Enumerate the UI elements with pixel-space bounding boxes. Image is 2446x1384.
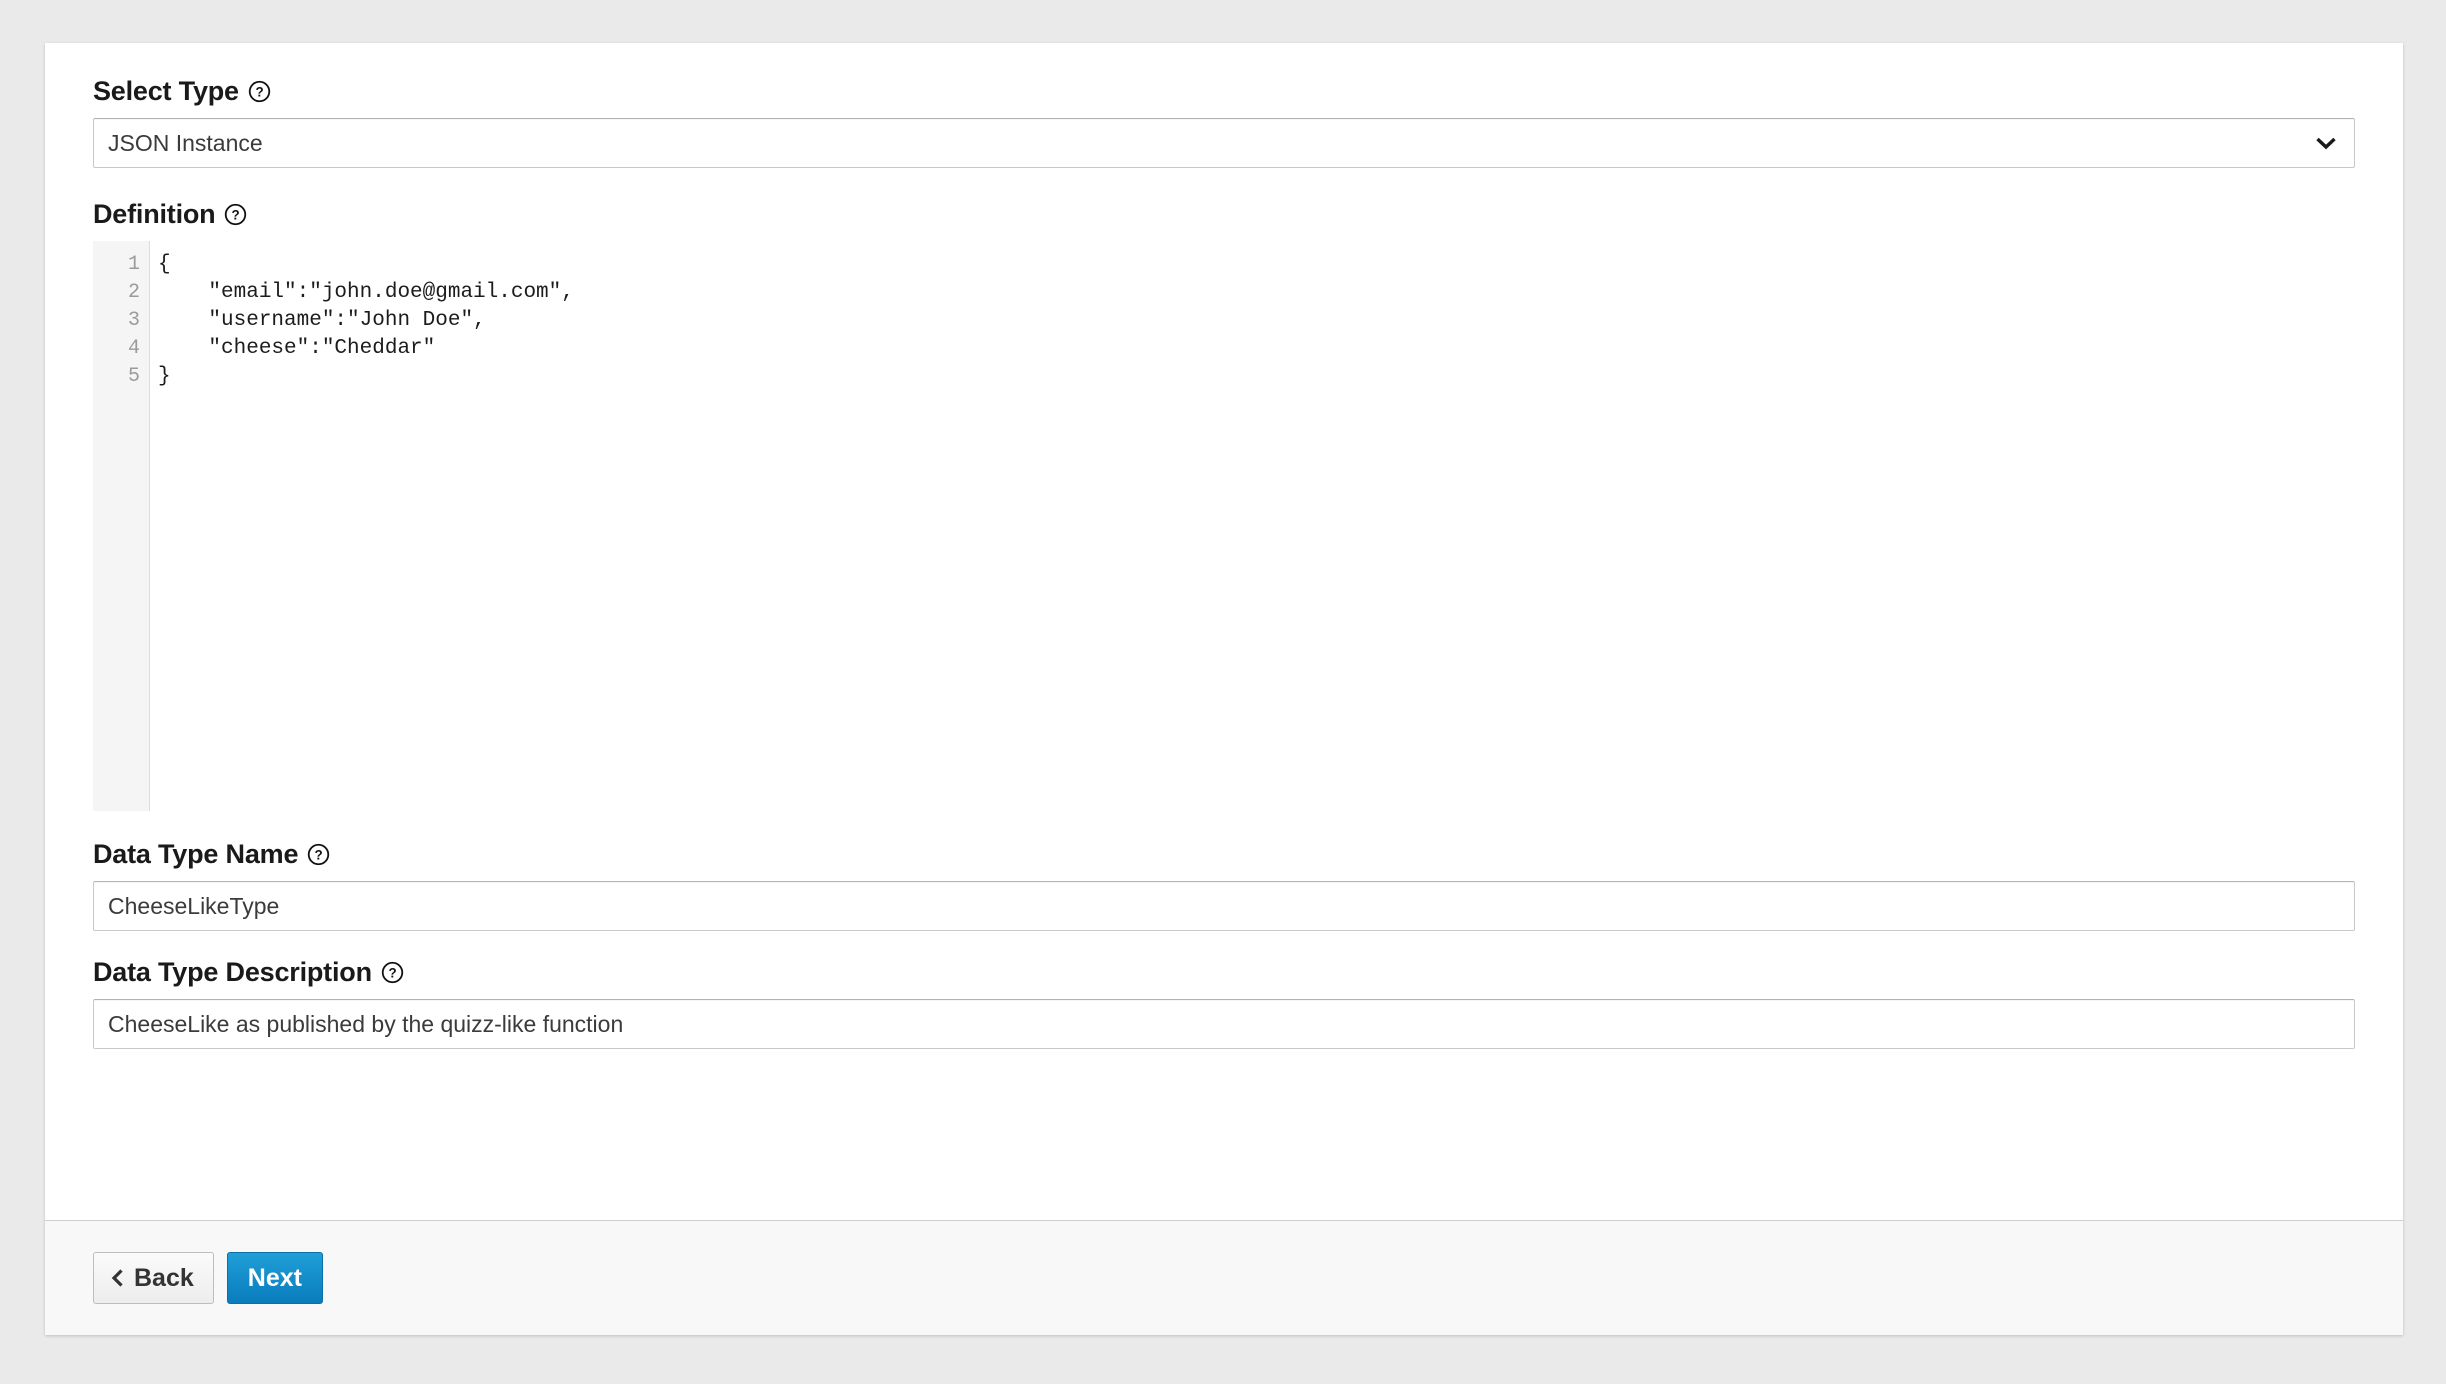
line-number: 1: [127, 253, 140, 276]
data-type-description-label-text: Data Type Description: [93, 957, 372, 987]
next-button[interactable]: Next: [226, 1252, 323, 1304]
wizard-form-body: Select Type ? JSON Instance Definition ?…: [45, 43, 2403, 1220]
wizard-card: Select Type ? JSON Instance Definition ?…: [45, 43, 2403, 1335]
data-type-description-label: Data Type Description ?: [93, 959, 2355, 986]
select-type-wrapper: JSON Instance: [93, 118, 2355, 168]
code-line: }: [158, 365, 171, 388]
line-number: 4: [127, 337, 140, 360]
chevron-left-icon: [110, 1268, 125, 1288]
select-type-dropdown[interactable]: JSON Instance: [93, 118, 2355, 168]
wizard-footer: Back Next: [45, 1220, 2403, 1335]
svg-text:?: ?: [232, 207, 240, 222]
code-line: "cheese":"Cheddar": [158, 337, 436, 360]
question-circle-icon: ?: [224, 203, 247, 226]
line-number: 3: [127, 309, 140, 332]
data-type-name-label: Data Type Name ?: [93, 841, 2355, 868]
definition-label: Definition ?: [93, 201, 2355, 228]
back-button-label: Back: [134, 1263, 194, 1292]
data-type-description-field: Data Type Description ?: [93, 959, 2355, 1049]
question-circle-icon: ?: [248, 80, 271, 103]
select-type-label-text: Select Type: [93, 76, 239, 106]
data-type-name-input[interactable]: [93, 881, 2355, 931]
line-number: 2: [127, 281, 140, 304]
editor-code-area[interactable]: { "email":"john.doe@gmail.com", "usernam…: [150, 241, 2355, 811]
data-type-name-field: Data Type Name ?: [93, 841, 2355, 931]
svg-text:?: ?: [255, 84, 263, 99]
question-circle-icon: ?: [381, 961, 404, 984]
question-circle-icon: ?: [307, 843, 330, 866]
data-type-description-input[interactable]: [93, 999, 2355, 1049]
code-line: {: [158, 253, 171, 276]
definition-label-text: Definition: [93, 199, 216, 229]
svg-text:?: ?: [388, 965, 396, 980]
select-type-label: Select Type ?: [93, 78, 2355, 105]
data-type-name-label-text: Data Type Name: [93, 839, 299, 869]
back-button[interactable]: Back: [93, 1252, 214, 1304]
code-line: "username":"John Doe",: [158, 309, 486, 332]
code-line: "email":"john.doe@gmail.com",: [158, 281, 574, 304]
svg-text:?: ?: [315, 847, 323, 862]
line-number: 5: [127, 365, 140, 388]
definition-code-editor[interactable]: 1 2 3 4 5 { "email":"john.doe@gmail.com"…: [93, 241, 2355, 811]
next-button-label: Next: [247, 1263, 302, 1292]
editor-line-number-gutter: 1 2 3 4 5: [93, 241, 150, 811]
